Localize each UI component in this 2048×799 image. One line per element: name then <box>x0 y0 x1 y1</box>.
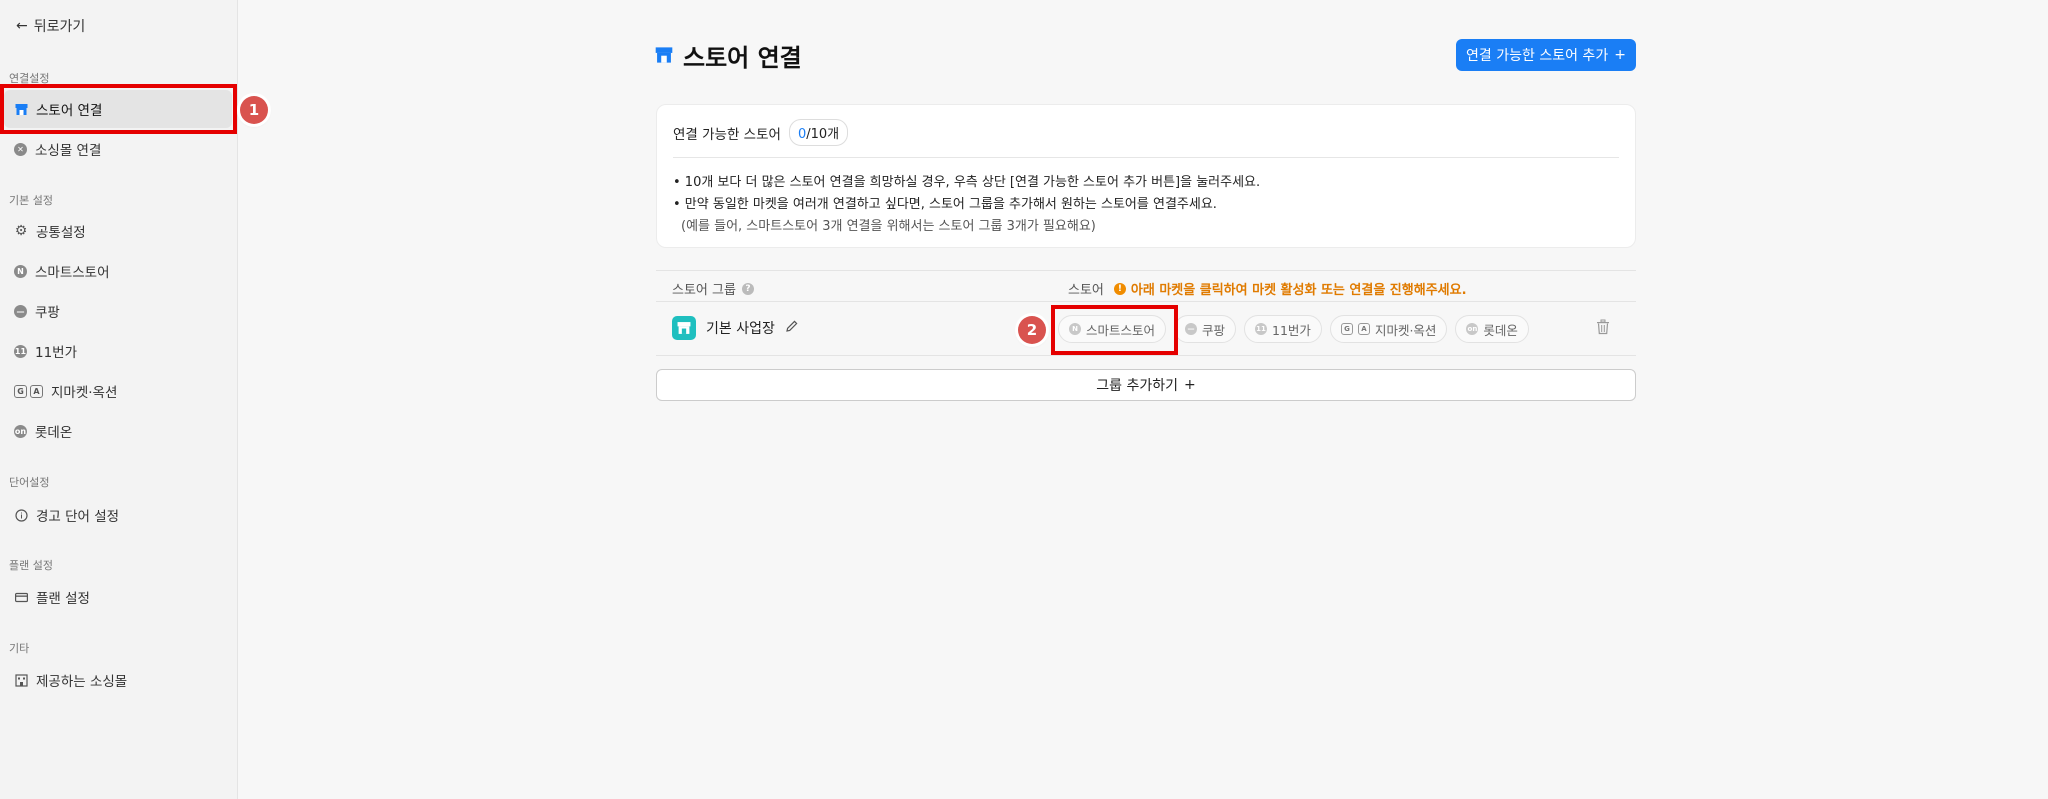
building-icon <box>14 673 28 687</box>
divider <box>673 157 1619 158</box>
info-card: 연결 가능한 스토어 0/10개 • 10개 보다 더 많은 스토어 연결을 희… <box>656 104 1636 248</box>
back-button[interactable]: ← 뒤로가기 <box>16 16 85 36</box>
info-header: 연결 가능한 스토어 0/10개 <box>673 119 849 146</box>
chip-11st[interactable]: 11 11번가 <box>1244 315 1322 343</box>
sidebar-item-label: 경고 단어 설정 <box>36 509 120 525</box>
step-badge-2: 2 <box>1018 316 1046 344</box>
step-badge-1: 1 <box>240 96 268 124</box>
11st-icon: 11 <box>14 344 27 358</box>
sidebar-item-label: 공통설정 <box>36 225 86 241</box>
count-rest: /10개 <box>806 127 840 142</box>
chip-coupang[interactable]: — 쿠팡 <box>1174 315 1237 343</box>
table-header: 스토어 그룹 ? 스토어 ! 아래 마켓을 클릭하여 마켓 활성화 또는 연결을… <box>656 270 1636 302</box>
auction-icon: A <box>1357 323 1370 335</box>
info-label: 연결 가능한 스토어 <box>673 126 781 143</box>
sidebar-item-label: 제공하는 소싱몰 <box>36 674 128 690</box>
market-chips: N 스마트스토어 — 쿠팡 11 11번가 G A 지마켓·옥션 on 롯데온 <box>1058 315 1529 343</box>
sidebar-item-label: 스토어 연결 <box>36 103 103 119</box>
lotteon-icon: on <box>1466 323 1479 335</box>
chip-label: 지마켓·옥션 <box>1374 322 1437 338</box>
chip-label: 스마트스토어 <box>1086 322 1156 338</box>
section-words-label: 단어설정 <box>9 476 50 489</box>
coupang-icon: — <box>1185 323 1198 335</box>
gmarket-icon: G <box>1340 323 1353 335</box>
info-bullet-2: • 만약 동일한 마켓을 여러개 연결하고 싶다면, 스토어 그룹을 추가해서 … <box>673 197 1217 212</box>
warning-text: 아래 마켓을 클릭하여 마켓 활성화 또는 연결을 진행해주세요. <box>1130 283 1467 298</box>
sidebar-item-coupang[interactable]: — 쿠팡 <box>4 292 232 330</box>
chip-gmarket[interactable]: G A 지마켓·옥션 <box>1329 315 1448 343</box>
sidebar-item-social-connect[interactable]: ✕ 소싱몰 연결 <box>4 130 232 168</box>
sidebar-item-warn-words[interactable]: 경고 단어 설정 <box>4 496 232 534</box>
chip-smartstore[interactable]: N 스마트스토어 <box>1058 315 1167 343</box>
sidebar: ← 뒤로가기 연결설정 스토어 연결 ✕ 소싱몰 연결 기본 설정 ⚙ 공통설정… <box>0 0 238 799</box>
add-group-button[interactable]: 그룹 추가하기 + <box>656 369 1636 401</box>
sidebar-item-label: 지마켓·옥션 <box>51 385 118 401</box>
sidebar-item-smartstore[interactable]: N 스마트스토어 <box>4 252 232 290</box>
sidebar-item-label: 스마트스토어 <box>35 265 110 281</box>
auction-icon: A <box>30 384 43 398</box>
11st-icon: 11 <box>1255 323 1268 335</box>
group-name-text: 기본 사업장 <box>706 321 775 337</box>
trash-icon[interactable] <box>1596 319 1610 339</box>
store-count-pill: 0/10개 <box>788 119 849 146</box>
lotteon-icon: on <box>14 424 27 438</box>
naver-icon: N <box>1069 323 1081 335</box>
sidebar-item-provided-malls[interactable]: 제공하는 소싱몰 <box>4 661 232 699</box>
add-group-label: 그룹 추가하기 <box>1096 378 1178 394</box>
sidebar-item-lotteon[interactable]: on 롯데온 <box>4 412 232 450</box>
warning-icon: ! <box>1113 282 1126 295</box>
count-current: 0 <box>797 127 807 142</box>
store-icon <box>672 316 696 340</box>
sidebar-item-gmarket[interactable]: G A 지마켓·옥션 <box>4 372 232 410</box>
back-label: 뒤로가기 <box>33 19 86 35</box>
section-connect-label: 연결설정 <box>9 72 50 85</box>
chip-lotteon[interactable]: on 롯데온 <box>1455 315 1529 343</box>
info-icon <box>14 508 28 522</box>
add-store-label: 연결 가능한 스토어 추가 <box>1466 48 1609 64</box>
naver-icon: N <box>14 264 27 278</box>
store-icon <box>14 102 28 116</box>
sidebar-item-label: 11번가 <box>35 345 78 361</box>
info-bullet-1: • 10개 보다 더 많은 스토어 연결을 희망하실 경우, 우측 상단 [연결… <box>673 175 1261 190</box>
column-header-group: 스토어 그룹 ? <box>672 279 754 298</box>
chip-label: 11번가 <box>1272 322 1311 338</box>
sidebar-item-store-connect[interactable]: 스토어 연결 <box>4 90 232 128</box>
table-row: 기본 사업장 N 스마트스토어 — 쿠팡 11 11번가 G A 지마켓·옥션 on 롯데온 <box>656 302 1636 356</box>
gmarket-icon: G <box>14 384 27 398</box>
column-group-label: 스토어 그룹 <box>672 283 736 298</box>
warning-message: ! 아래 마켓을 클릭하여 마켓 활성화 또는 연결을 진행해주세요. <box>1113 279 1467 298</box>
store-icon <box>655 42 673 70</box>
sidebar-item-plan[interactable]: 플랜 설정 <box>4 578 232 616</box>
page-title-text: 스토어 연결 <box>683 44 802 72</box>
column-header-store: 스토어 ! 아래 마켓을 클릭하여 마켓 활성화 또는 연결을 진행해주세요. <box>1068 279 1467 298</box>
sidebar-item-11st[interactable]: 11 11번가 <box>4 332 232 370</box>
sidebar-item-label: 소싱몰 연결 <box>35 143 102 159</box>
card-icon <box>14 590 28 604</box>
group-name: 기본 사업장 <box>672 316 799 340</box>
sidebar-item-common[interactable]: ⚙ 공통설정 <box>4 212 232 250</box>
section-basic-label: 기본 설정 <box>9 194 53 207</box>
section-etc-label: 기타 <box>9 642 30 655</box>
pencil-icon[interactable] <box>785 319 799 337</box>
section-plan-label: 플랜 설정 <box>9 559 53 572</box>
sidebar-item-label: 쿠팡 <box>35 305 60 321</box>
sidebar-item-label: 롯데온 <box>35 425 73 441</box>
column-store-label: 스토어 <box>1068 283 1104 298</box>
page-title: 스토어 연결 <box>655 38 802 73</box>
add-store-button[interactable]: 연결 가능한 스토어 추가 + <box>1456 39 1636 71</box>
plus-icon: + <box>1184 377 1196 393</box>
arrow-left-icon: ← <box>16 18 28 34</box>
plus-icon: + <box>1614 47 1626 63</box>
coupang-icon: — <box>14 304 27 318</box>
chip-label: 롯데온 <box>1483 322 1518 338</box>
sidebar-item-label: 플랜 설정 <box>36 591 90 607</box>
gear-icon: ⚙ <box>14 223 28 239</box>
connect-icon: ✕ <box>14 142 27 156</box>
help-icon[interactable]: ? <box>741 282 754 295</box>
chip-label: 쿠팡 <box>1202 322 1226 338</box>
info-note: (예를 들어, 스마트스토어 3개 연결을 위해서는 스토어 그룹 3개가 필요… <box>681 219 1096 234</box>
